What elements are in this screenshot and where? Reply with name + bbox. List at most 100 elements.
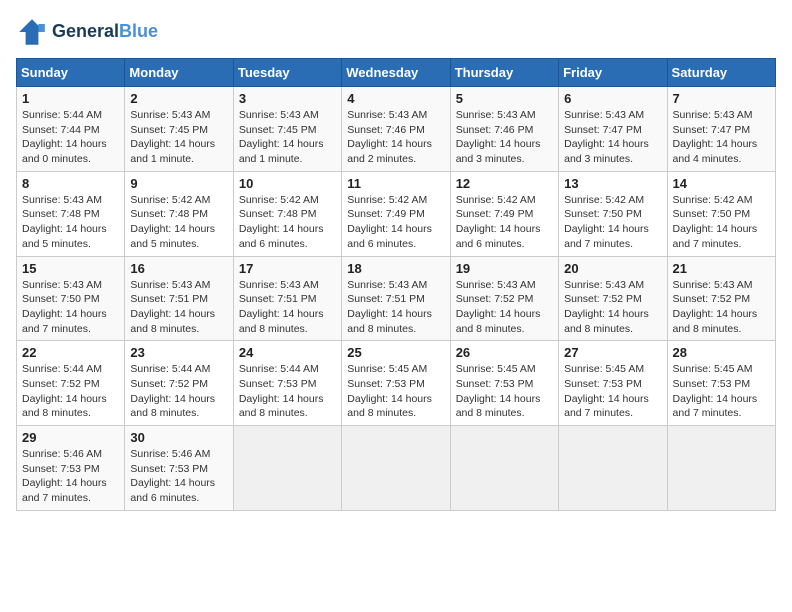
day-info: Sunrise: 5:46 AM Sunset: 7:53 PM Dayligh… xyxy=(130,447,227,506)
day-number: 23 xyxy=(130,345,227,360)
day-info: Sunrise: 5:43 AM Sunset: 7:47 PM Dayligh… xyxy=(673,108,770,167)
day-info: Sunrise: 5:44 AM Sunset: 7:52 PM Dayligh… xyxy=(22,362,119,421)
calendar-cell: 13 Sunrise: 5:42 AM Sunset: 7:50 PM Dayl… xyxy=(559,171,667,256)
day-number: 19 xyxy=(456,261,553,276)
day-info: Sunrise: 5:43 AM Sunset: 7:51 PM Dayligh… xyxy=(130,278,227,337)
header-wednesday: Wednesday xyxy=(342,59,450,87)
day-number: 1 xyxy=(22,91,119,106)
day-info: Sunrise: 5:45 AM Sunset: 7:53 PM Dayligh… xyxy=(673,362,770,421)
day-number: 16 xyxy=(130,261,227,276)
calendar-cell: 3 Sunrise: 5:43 AM Sunset: 7:45 PM Dayli… xyxy=(233,87,341,172)
day-number: 17 xyxy=(239,261,336,276)
calendar-cell: 8 Sunrise: 5:43 AM Sunset: 7:48 PM Dayli… xyxy=(17,171,125,256)
calendar-cell: 5 Sunrise: 5:43 AM Sunset: 7:46 PM Dayli… xyxy=(450,87,558,172)
day-number: 24 xyxy=(239,345,336,360)
header-saturday: Saturday xyxy=(667,59,775,87)
calendar-week-1: 1 Sunrise: 5:44 AM Sunset: 7:44 PM Dayli… xyxy=(17,87,776,172)
calendar-cell: 14 Sunrise: 5:42 AM Sunset: 7:50 PM Dayl… xyxy=(667,171,775,256)
day-info: Sunrise: 5:43 AM Sunset: 7:47 PM Dayligh… xyxy=(564,108,661,167)
calendar-cell: 23 Sunrise: 5:44 AM Sunset: 7:52 PM Dayl… xyxy=(125,341,233,426)
day-info: Sunrise: 5:42 AM Sunset: 7:50 PM Dayligh… xyxy=(673,193,770,252)
calendar-cell: 21 Sunrise: 5:43 AM Sunset: 7:52 PM Dayl… xyxy=(667,256,775,341)
day-info: Sunrise: 5:43 AM Sunset: 7:51 PM Dayligh… xyxy=(239,278,336,337)
calendar-cell: 29 Sunrise: 5:46 AM Sunset: 7:53 PM Dayl… xyxy=(17,426,125,511)
day-info: Sunrise: 5:45 AM Sunset: 7:53 PM Dayligh… xyxy=(564,362,661,421)
day-info: Sunrise: 5:42 AM Sunset: 7:48 PM Dayligh… xyxy=(239,193,336,252)
calendar-cell: 16 Sunrise: 5:43 AM Sunset: 7:51 PM Dayl… xyxy=(125,256,233,341)
day-number: 20 xyxy=(564,261,661,276)
day-info: Sunrise: 5:42 AM Sunset: 7:49 PM Dayligh… xyxy=(456,193,553,252)
calendar-cell xyxy=(342,426,450,511)
calendar-cell: 17 Sunrise: 5:43 AM Sunset: 7:51 PM Dayl… xyxy=(233,256,341,341)
calendar-cell: 15 Sunrise: 5:43 AM Sunset: 7:50 PM Dayl… xyxy=(17,256,125,341)
day-number: 14 xyxy=(673,176,770,191)
day-number: 10 xyxy=(239,176,336,191)
day-info: Sunrise: 5:44 AM Sunset: 7:53 PM Dayligh… xyxy=(239,362,336,421)
calendar-table: Sunday Monday Tuesday Wednesday Thursday… xyxy=(16,58,776,511)
day-number: 4 xyxy=(347,91,444,106)
day-info: Sunrise: 5:46 AM Sunset: 7:53 PM Dayligh… xyxy=(22,447,119,506)
calendar-cell: 20 Sunrise: 5:43 AM Sunset: 7:52 PM Dayl… xyxy=(559,256,667,341)
day-info: Sunrise: 5:43 AM Sunset: 7:48 PM Dayligh… xyxy=(22,193,119,252)
calendar-cell: 26 Sunrise: 5:45 AM Sunset: 7:53 PM Dayl… xyxy=(450,341,558,426)
header: GeneralBlue xyxy=(16,16,776,48)
day-info: Sunrise: 5:43 AM Sunset: 7:46 PM Dayligh… xyxy=(347,108,444,167)
day-number: 28 xyxy=(673,345,770,360)
calendar-cell xyxy=(559,426,667,511)
day-number: 5 xyxy=(456,91,553,106)
day-number: 7 xyxy=(673,91,770,106)
weekday-header-row: Sunday Monday Tuesday Wednesday Thursday… xyxy=(17,59,776,87)
header-thursday: Thursday xyxy=(450,59,558,87)
day-number: 12 xyxy=(456,176,553,191)
calendar-cell: 9 Sunrise: 5:42 AM Sunset: 7:48 PM Dayli… xyxy=(125,171,233,256)
day-number: 15 xyxy=(22,261,119,276)
calendar-cell: 11 Sunrise: 5:42 AM Sunset: 7:49 PM Dayl… xyxy=(342,171,450,256)
calendar-cell: 10 Sunrise: 5:42 AM Sunset: 7:48 PM Dayl… xyxy=(233,171,341,256)
day-number: 13 xyxy=(564,176,661,191)
day-info: Sunrise: 5:44 AM Sunset: 7:44 PM Dayligh… xyxy=(22,108,119,167)
calendar-cell xyxy=(450,426,558,511)
calendar-cell: 25 Sunrise: 5:45 AM Sunset: 7:53 PM Dayl… xyxy=(342,341,450,426)
day-number: 27 xyxy=(564,345,661,360)
calendar-cell: 4 Sunrise: 5:43 AM Sunset: 7:46 PM Dayli… xyxy=(342,87,450,172)
day-info: Sunrise: 5:45 AM Sunset: 7:53 PM Dayligh… xyxy=(456,362,553,421)
day-info: Sunrise: 5:42 AM Sunset: 7:49 PM Dayligh… xyxy=(347,193,444,252)
calendar-cell: 27 Sunrise: 5:45 AM Sunset: 7:53 PM Dayl… xyxy=(559,341,667,426)
day-number: 29 xyxy=(22,430,119,445)
calendar-cell: 2 Sunrise: 5:43 AM Sunset: 7:45 PM Dayli… xyxy=(125,87,233,172)
day-number: 25 xyxy=(347,345,444,360)
day-number: 2 xyxy=(130,91,227,106)
day-number: 9 xyxy=(130,176,227,191)
day-number: 21 xyxy=(673,261,770,276)
calendar-cell: 30 Sunrise: 5:46 AM Sunset: 7:53 PM Dayl… xyxy=(125,426,233,511)
logo-icon xyxy=(16,16,48,48)
day-info: Sunrise: 5:42 AM Sunset: 7:50 PM Dayligh… xyxy=(564,193,661,252)
calendar-cell: 22 Sunrise: 5:44 AM Sunset: 7:52 PM Dayl… xyxy=(17,341,125,426)
calendar-cell: 18 Sunrise: 5:43 AM Sunset: 7:51 PM Dayl… xyxy=(342,256,450,341)
header-monday: Monday xyxy=(125,59,233,87)
day-info: Sunrise: 5:44 AM Sunset: 7:52 PM Dayligh… xyxy=(130,362,227,421)
calendar-cell: 24 Sunrise: 5:44 AM Sunset: 7:53 PM Dayl… xyxy=(233,341,341,426)
calendar-week-5: 29 Sunrise: 5:46 AM Sunset: 7:53 PM Dayl… xyxy=(17,426,776,511)
calendar-cell: 12 Sunrise: 5:42 AM Sunset: 7:49 PM Dayl… xyxy=(450,171,558,256)
header-tuesday: Tuesday xyxy=(233,59,341,87)
calendar-cell: 6 Sunrise: 5:43 AM Sunset: 7:47 PM Dayli… xyxy=(559,87,667,172)
day-number: 22 xyxy=(22,345,119,360)
day-number: 18 xyxy=(347,261,444,276)
calendar-cell: 1 Sunrise: 5:44 AM Sunset: 7:44 PM Dayli… xyxy=(17,87,125,172)
day-number: 6 xyxy=(564,91,661,106)
calendar-cell: 7 Sunrise: 5:43 AM Sunset: 7:47 PM Dayli… xyxy=(667,87,775,172)
calendar-week-3: 15 Sunrise: 5:43 AM Sunset: 7:50 PM Dayl… xyxy=(17,256,776,341)
day-info: Sunrise: 5:43 AM Sunset: 7:45 PM Dayligh… xyxy=(239,108,336,167)
logo: GeneralBlue xyxy=(16,16,158,48)
header-sunday: Sunday xyxy=(17,59,125,87)
day-info: Sunrise: 5:42 AM Sunset: 7:48 PM Dayligh… xyxy=(130,193,227,252)
calendar-week-2: 8 Sunrise: 5:43 AM Sunset: 7:48 PM Dayli… xyxy=(17,171,776,256)
header-friday: Friday xyxy=(559,59,667,87)
calendar-week-4: 22 Sunrise: 5:44 AM Sunset: 7:52 PM Dayl… xyxy=(17,341,776,426)
day-info: Sunrise: 5:43 AM Sunset: 7:46 PM Dayligh… xyxy=(456,108,553,167)
calendar-cell xyxy=(667,426,775,511)
day-info: Sunrise: 5:43 AM Sunset: 7:52 PM Dayligh… xyxy=(673,278,770,337)
day-info: Sunrise: 5:43 AM Sunset: 7:50 PM Dayligh… xyxy=(22,278,119,337)
day-number: 26 xyxy=(456,345,553,360)
